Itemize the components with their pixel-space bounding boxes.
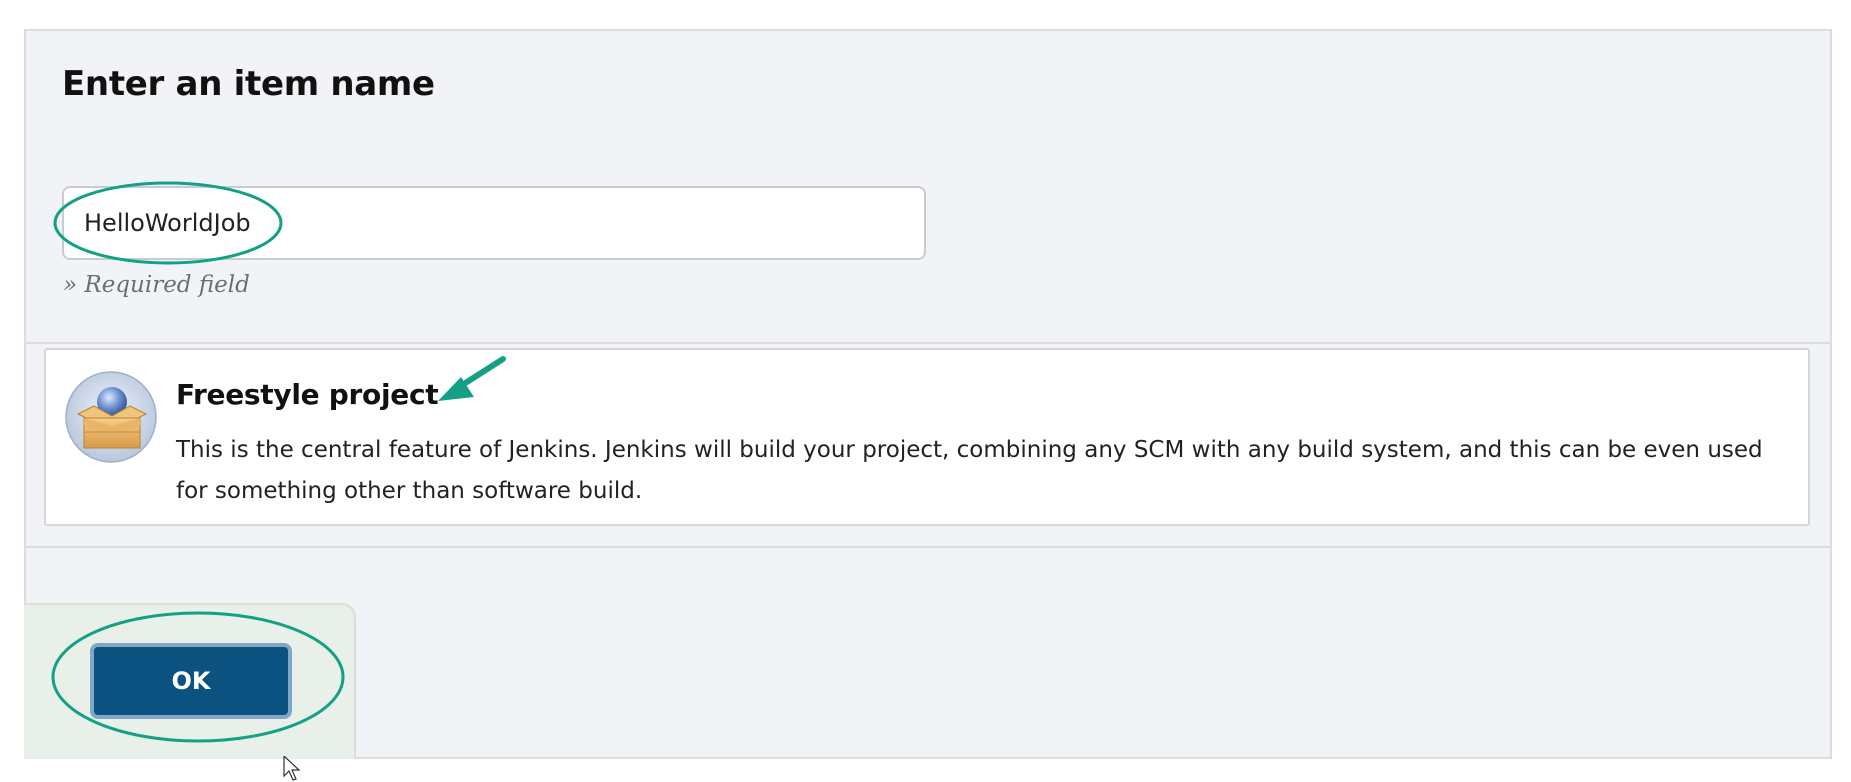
section-divider	[24, 342, 1832, 344]
item-name-input[interactable]	[62, 186, 926, 260]
package-box-icon	[65, 371, 157, 463]
section-divider-bottom	[24, 546, 1832, 548]
project-type-title: Freestyle project	[176, 378, 439, 411]
required-field-note: » Required field	[63, 272, 250, 298]
page-heading: Enter an item name	[62, 64, 435, 104]
project-type-description: This is the central feature of Jenkins. …	[176, 437, 1763, 504]
mouse-cursor-icon	[283, 756, 301, 781]
ok-button[interactable]: OK	[90, 643, 292, 719]
freestyle-project-option[interactable]: Freestyle project This is the central fe…	[44, 348, 1810, 526]
